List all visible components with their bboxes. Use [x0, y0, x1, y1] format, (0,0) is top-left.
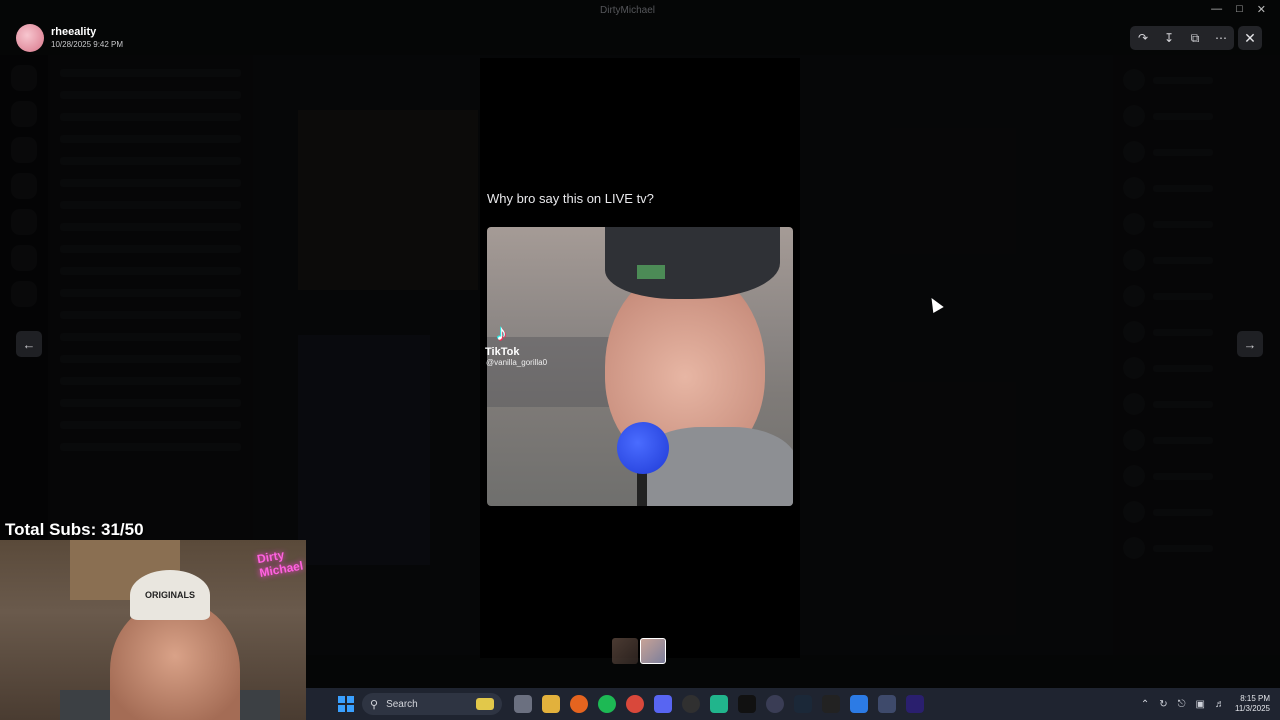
taskbar-search[interactable]: ⚲ Search [362, 693, 502, 715]
app-icon[interactable] [878, 695, 896, 713]
media-thumbnail[interactable] [612, 638, 638, 664]
window-title: DirtyMichael [600, 5, 656, 16]
pinned-apps [514, 695, 924, 713]
clock-date: 11/3/2025 [1235, 704, 1270, 713]
webcam-feed: ORIGINALS Dirty Michael [0, 540, 306, 720]
windows-start-icon[interactable] [338, 696, 354, 712]
post-timestamp: 10/28/2025 9:42 PM [51, 40, 124, 49]
app-icon[interactable] [850, 695, 868, 713]
steam-icon[interactable] [794, 695, 812, 713]
more-icon[interactable]: ⋯ [1211, 28, 1231, 48]
next-media-button[interactable]: → [1237, 331, 1263, 357]
firefox-icon[interactable] [570, 695, 588, 713]
file-icon[interactable] [514, 695, 532, 713]
media-author[interactable]: rheeality 10/28/2025 9:42 PM [16, 24, 123, 52]
microphone [617, 422, 669, 474]
close-icon: ✕ [1244, 29, 1256, 46]
author-name[interactable]: rheeality [51, 26, 123, 39]
search-highlight-icon [476, 698, 494, 710]
maximize-icon[interactable]: □ [1236, 3, 1243, 16]
network-icon[interactable]: ↻ [1159, 699, 1167, 710]
discord-icon[interactable] [654, 695, 672, 713]
tiktok-watermark: TikTok [485, 346, 520, 358]
spotify-icon[interactable] [598, 695, 616, 713]
embed-title: Why bro say this on LIVE tv? [487, 191, 654, 206]
capcut-icon[interactable] [738, 695, 756, 713]
folder-icon[interactable] [542, 695, 560, 713]
microphone-icon[interactable]: ⎋ [1178, 699, 1186, 710]
tiktok-handle: @vanilla_gorilla0 [486, 358, 548, 367]
chrome-icon[interactable] [626, 695, 644, 713]
arrow-right-icon: → [1243, 336, 1257, 352]
tiktok-icon: ♪ [496, 320, 507, 345]
close-window-icon[interactable]: ✕ [1257, 3, 1266, 16]
forward-icon[interactable]: ↷ [1133, 28, 1153, 48]
clock-time: 8:15 PM [1240, 694, 1270, 703]
taskbar: ⚲ Search ⌃ ↻ ⎋ ▣ ♬ 8:15 PM 11/3/2025 [306, 688, 1280, 720]
monitor-icon[interactable]: ▣ [1196, 699, 1205, 710]
open-external-icon[interactable]: ⧉ [1185, 28, 1205, 48]
streamer-hat: ORIGINALS [130, 570, 210, 620]
app-icon[interactable] [710, 695, 728, 713]
window-controls: — □ ✕ [1211, 3, 1266, 16]
neon-sign: Dirty Michael [255, 547, 305, 580]
arrow-left-icon: ← [22, 336, 36, 352]
media-thumbnail-selected[interactable] [640, 638, 666, 664]
search-icon: ⚲ [370, 698, 379, 711]
download-icon[interactable]: ↧ [1159, 28, 1179, 48]
subs-counter: Total Subs: 31/50 [5, 520, 144, 539]
close-viewer-button[interactable]: ✕ [1238, 26, 1262, 50]
avatar[interactable] [16, 24, 44, 52]
obs-icon[interactable] [682, 695, 700, 713]
system-tray: ⌃ ↻ ⎋ ▣ ♬ 8:15 PM 11/3/2025 [1141, 694, 1280, 714]
previous-media-button[interactable]: ← [16, 331, 42, 357]
search-label: Search [386, 698, 418, 710]
volume-icon[interactable]: ♬ [1215, 699, 1225, 710]
premiere-icon[interactable] [906, 695, 924, 713]
media-toolbar: ↷ ↧ ⧉ ⋯ [1130, 26, 1234, 50]
media-thumbnails [612, 638, 666, 664]
chevron-up-icon[interactable]: ⌃ [1141, 699, 1149, 710]
clock[interactable]: 8:15 PM 11/3/2025 [1235, 694, 1270, 714]
epic-games-icon[interactable] [822, 695, 840, 713]
minimize-icon[interactable]: — [1211, 3, 1222, 16]
app-icon[interactable] [766, 695, 784, 713]
